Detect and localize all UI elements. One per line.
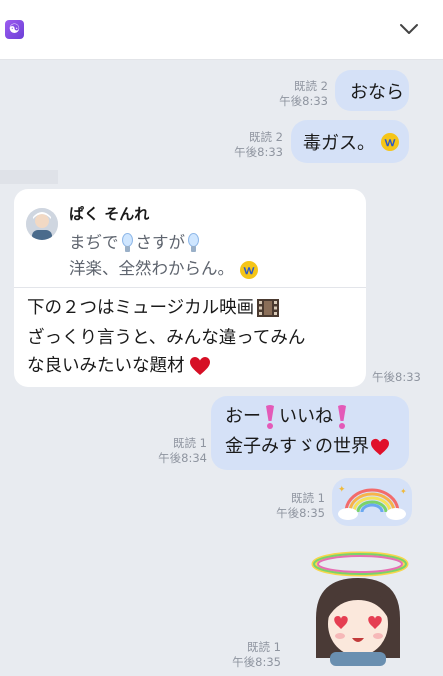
quote-text: 洋楽、全然わからん。 bbox=[69, 259, 234, 278]
read-receipt: 既読 1 bbox=[247, 640, 281, 654]
chevron-down-icon[interactable] bbox=[398, 21, 420, 37]
message-meta: 既読 1 午後8:35 bbox=[262, 491, 325, 521]
quote-line: まぢで さすが bbox=[69, 229, 202, 255]
message-bubble[interactable]: おー いいね 金子みすゞの世界 bbox=[211, 396, 409, 470]
avatar[interactable] bbox=[26, 208, 58, 240]
chat-header: ☯ bbox=[0, 0, 443, 60]
person-icon bbox=[26, 208, 58, 240]
read-receipt: 既読 2 bbox=[294, 79, 328, 93]
lightbulb-icon bbox=[121, 232, 133, 252]
message-meta: 既読 2 午後8:33 bbox=[216, 130, 283, 160]
read-receipt: 既読 2 bbox=[249, 130, 283, 144]
laughing-face-icon: ｗ bbox=[240, 260, 258, 279]
message-meta: 既読 1 午後8:34 bbox=[143, 436, 207, 466]
lightbulb-icon bbox=[188, 232, 199, 252]
message-text: おなら bbox=[350, 81, 404, 103]
message-bubble[interactable]: 毒ガス。 ｗ bbox=[291, 120, 409, 163]
previous-message-edge bbox=[0, 170, 58, 184]
message-line: 金子みすゞの世界 bbox=[225, 432, 409, 462]
timestamp: 午後8:33 bbox=[234, 145, 283, 159]
message-line: 下の２つはミュージカル映画 bbox=[27, 294, 280, 319]
message-line: な良いみたいな題材 bbox=[27, 352, 211, 377]
heart-icon bbox=[371, 438, 389, 456]
message-meta: 既読 1 午後8:35 bbox=[219, 640, 281, 670]
timestamp: 午後8:33 bbox=[372, 370, 421, 384]
timestamp: 午後8:34 bbox=[158, 451, 207, 465]
timestamp: 午後8:35 bbox=[276, 506, 325, 520]
message-text: 下の２つはミュージカル映画 bbox=[27, 298, 255, 318]
timestamp: 午後8:35 bbox=[232, 655, 281, 669]
message-text: 金子みすゞの世界 bbox=[225, 436, 369, 457]
quote-text: まぢで bbox=[69, 233, 119, 252]
message-line: おー いいね bbox=[225, 402, 409, 432]
message-text: な良いみたいな題材 bbox=[27, 356, 185, 376]
quote-text: さすが bbox=[135, 233, 186, 252]
read-receipt: 既読 1 bbox=[173, 436, 207, 450]
heart-icon bbox=[189, 357, 210, 375]
film-frames-icon bbox=[257, 299, 280, 317]
message-text: おー bbox=[225, 406, 261, 427]
message-text: 毒ガス。 bbox=[303, 132, 375, 154]
svg-text:✦: ✦ bbox=[400, 487, 407, 496]
exclamation-icon bbox=[266, 405, 274, 429]
laughing-face-icon: ｗ bbox=[381, 132, 399, 151]
quote-line: 洋楽、全然わからん。 ｗ bbox=[69, 255, 258, 279]
exclamation-icon bbox=[338, 405, 346, 429]
quote-divider bbox=[14, 287, 366, 288]
halo-girl-sticker[interactable] bbox=[300, 548, 418, 668]
yin-yang-icon[interactable]: ☯ bbox=[5, 20, 24, 39]
timestamp: 午後8:33 bbox=[279, 94, 328, 108]
quote-author: ぱく そんれ bbox=[69, 205, 150, 223]
rainbow-icon: ✦ ✦ bbox=[338, 485, 407, 520]
read-receipt: 既読 1 bbox=[291, 491, 325, 505]
message-line: ざっくり言うと、みんな違ってみん bbox=[27, 328, 306, 348]
svg-text:✦: ✦ bbox=[338, 485, 346, 495]
rainbow-sticker[interactable]: ✦ ✦ bbox=[332, 478, 412, 526]
message-bubble[interactable]: おなら bbox=[335, 70, 409, 111]
message-text: いいね bbox=[279, 406, 333, 427]
message-meta: 既読 2 午後8:33 bbox=[262, 79, 328, 109]
